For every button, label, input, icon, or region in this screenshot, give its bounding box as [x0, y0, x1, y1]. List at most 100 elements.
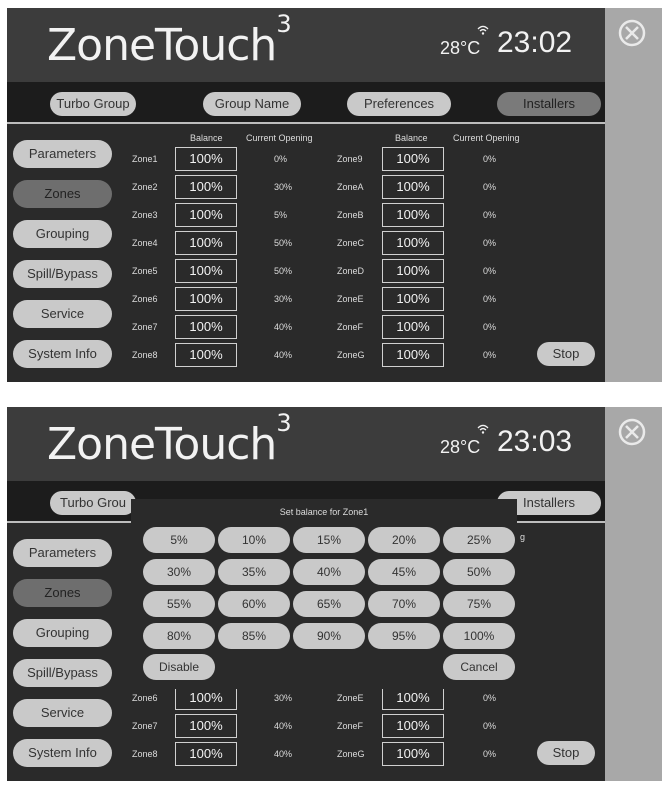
zone-balance-field[interactable]: 100%	[382, 686, 444, 710]
balance-option-button[interactable]: 55%	[143, 591, 215, 617]
balance-option-button[interactable]: 80%	[143, 623, 215, 649]
zone-opening: 0%	[483, 322, 497, 332]
sidebar-zones[interactable]: Zones	[13, 180, 112, 208]
balance-option-button[interactable]: 60%	[218, 591, 290, 617]
zone-balance-field[interactable]: 100%	[175, 259, 237, 283]
balance-option-button[interactable]: 90%	[293, 623, 365, 649]
zone-balance-field[interactable]: 100%	[382, 343, 444, 367]
zone-opening: 40%	[274, 322, 293, 332]
tab-group-name[interactable]: Group Name	[203, 92, 301, 116]
tab-turbo-group[interactable]: Turbo Group	[50, 92, 136, 116]
wifi-icon	[477, 25, 489, 35]
zone-opening: 40%	[274, 749, 293, 759]
zone-opening: 0%	[483, 721, 497, 731]
zone-label: Zone8	[132, 749, 158, 759]
zone-balance-field[interactable]: 100%	[175, 147, 237, 171]
zone-opening: 0%	[483, 294, 497, 304]
zone-label: Zone5	[132, 266, 158, 276]
zone-balance-field[interactable]: 100%	[382, 315, 444, 339]
balance-option-button[interactable]: 85%	[218, 623, 290, 649]
zones-screen-1: ZoneTouch3 28°C 23:02 Turbo Group Group …	[7, 8, 662, 382]
tab-preferences[interactable]: Preferences	[347, 92, 451, 116]
balance-option-button[interactable]: 20%	[368, 527, 440, 553]
balance-option-button[interactable]: 70%	[368, 591, 440, 617]
zone-label: ZoneF	[337, 322, 364, 332]
zone-balance-field[interactable]: 100%	[382, 259, 444, 283]
zone-balance-field[interactable]: 100%	[382, 742, 444, 766]
zone-opening: 0%	[483, 182, 497, 192]
app-logo: ZoneTouch3	[47, 10, 292, 71]
sidebar-service[interactable]: Service	[13, 699, 112, 727]
zone-label: ZoneG	[337, 350, 365, 360]
sidebar-system-info[interactable]: System Info	[13, 340, 112, 368]
zone-opening: 5%	[274, 210, 288, 220]
stop-button[interactable]: Stop	[537, 342, 595, 366]
zone-opening: 0%	[274, 154, 288, 164]
tab-installers[interactable]: Installers	[497, 92, 601, 116]
balance-option-button[interactable]: 45%	[368, 559, 440, 585]
sidebar-parameters[interactable]: Parameters	[13, 140, 112, 168]
sidebar-grouping[interactable]: Grouping	[13, 619, 112, 647]
balance-option-button[interactable]: 75%	[443, 591, 515, 617]
top-nav: Turbo Group Group Name Preferences Insta…	[7, 82, 605, 124]
zone-opening: 30%	[274, 294, 293, 304]
zone-label: ZoneG	[337, 749, 365, 759]
zone-balance-field[interactable]: 100%	[175, 742, 237, 766]
disable-button[interactable]: Disable	[143, 654, 215, 680]
balance-option-button[interactable]: 65%	[293, 591, 365, 617]
side-strip	[605, 8, 662, 382]
zone-balance-field[interactable]: 100%	[175, 686, 237, 710]
zone-balance-field[interactable]: 100%	[175, 343, 237, 367]
zone-label: Zone2	[132, 182, 158, 192]
close-circle-icon[interactable]	[617, 18, 647, 48]
zone-opening: 50%	[274, 266, 293, 276]
zone-label: Zone8	[132, 350, 158, 360]
temperature: 28°C	[440, 437, 481, 457]
cancel-button[interactable]: Cancel	[443, 654, 515, 680]
zone-balance-field[interactable]: 100%	[382, 203, 444, 227]
zone-balance-field[interactable]: 100%	[175, 231, 237, 255]
zone-opening: 0%	[483, 210, 497, 220]
balance-option-button[interactable]: 5%	[143, 527, 215, 553]
tab-turbo-group[interactable]: Turbo Grou	[50, 491, 136, 515]
zone-balance-field[interactable]: 100%	[175, 315, 237, 339]
clock: 23:03	[497, 425, 573, 458]
sidebar-system-info[interactable]: System Info	[13, 739, 112, 767]
sidebar-parameters[interactable]: Parameters	[13, 539, 112, 567]
sidebar-grouping[interactable]: Grouping	[13, 220, 112, 248]
sidebar-spill-bypass[interactable]: Spill/Bypass	[13, 260, 112, 288]
balance-option-button[interactable]: 15%	[293, 527, 365, 553]
balance-option-button[interactable]: 40%	[293, 559, 365, 585]
zone-balance-field[interactable]: 100%	[175, 287, 237, 311]
opening-header-right: Current Opening	[453, 133, 520, 143]
zone-label: ZoneB	[337, 210, 364, 220]
close-circle-icon[interactable]	[617, 417, 647, 447]
zone-balance-field[interactable]: 100%	[382, 231, 444, 255]
zone-label: Zone3	[132, 210, 158, 220]
opening-header-left: Current Opening	[246, 133, 313, 143]
stop-button[interactable]: Stop	[537, 741, 595, 765]
balance-option-button[interactable]: 35%	[218, 559, 290, 585]
side-strip	[605, 407, 662, 781]
zone-label: ZoneA	[337, 182, 364, 192]
sidebar-spill-bypass[interactable]: Spill/Bypass	[13, 659, 112, 687]
zone-opening: 40%	[274, 350, 293, 360]
balance-option-button[interactable]: 25%	[443, 527, 515, 553]
zone-balance-field[interactable]: 100%	[382, 714, 444, 738]
sidebar-service[interactable]: Service	[13, 300, 112, 328]
balance-header-left: Balance	[190, 133, 223, 143]
zone-balance-field[interactable]: 100%	[175, 203, 237, 227]
zone-label: Zone7	[132, 322, 158, 332]
balance-option-button[interactable]: 100%	[443, 623, 515, 649]
balance-option-button[interactable]: 95%	[368, 623, 440, 649]
zone-balance-field[interactable]: 100%	[382, 287, 444, 311]
zone-balance-field[interactable]: 100%	[175, 175, 237, 199]
zone-label: ZoneE	[337, 693, 364, 703]
zone-balance-field[interactable]: 100%	[175, 714, 237, 738]
zone-balance-field[interactable]: 100%	[382, 175, 444, 199]
balance-option-button[interactable]: 30%	[143, 559, 215, 585]
zone-balance-field[interactable]: 100%	[382, 147, 444, 171]
balance-option-button[interactable]: 50%	[443, 559, 515, 585]
balance-option-button[interactable]: 10%	[218, 527, 290, 553]
sidebar-zones[interactable]: Zones	[13, 579, 112, 607]
